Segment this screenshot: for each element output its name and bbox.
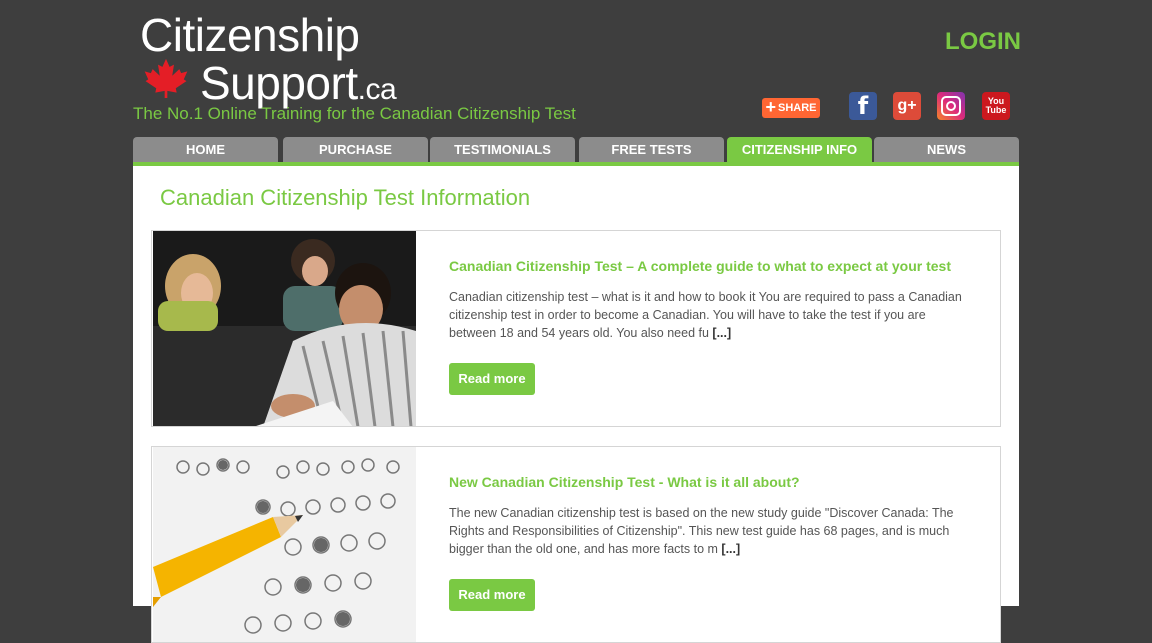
- google-plus-icon[interactable]: g+: [893, 92, 921, 120]
- page: Citizenship Support.ca The No.1 Online T…: [0, 0, 1152, 643]
- read-more-button[interactable]: Read more: [449, 363, 535, 395]
- site-tagline: The No.1 Online Training for the Canadia…: [133, 104, 576, 123]
- article-title[interactable]: Canadian Citizenship Test – A complete g…: [449, 258, 951, 274]
- article-image[interactable]: [153, 447, 416, 642]
- page-title: Canadian Citizenship Test Information: [160, 185, 531, 210]
- article-card: New Canadian Citizenship Test - What is …: [151, 446, 1001, 643]
- read-more-button[interactable]: Read more: [449, 579, 535, 611]
- maple-leaf-icon: [144, 58, 188, 98]
- main-nav: HOME PURCHASE TESTIMONIALS FREE TESTS CI…: [133, 137, 1019, 166]
- more-link[interactable]: [...]: [712, 326, 731, 340]
- more-link[interactable]: [...]: [721, 542, 740, 556]
- plus-icon: +: [765, 97, 776, 117]
- nav-purchase[interactable]: PURCHASE: [283, 137, 428, 162]
- login-link[interactable]: LOGIN: [945, 28, 1021, 56]
- youtube-icon[interactable]: You Tube: [982, 92, 1010, 120]
- article-card: Canadian Citizenship Test – A complete g…: [151, 230, 1001, 427]
- nav-news[interactable]: NEWS: [874, 137, 1019, 162]
- nav-home[interactable]: HOME: [133, 137, 278, 162]
- instagram-icon[interactable]: [937, 92, 965, 120]
- nav-testimonials[interactable]: TESTIMONIALS: [430, 137, 575, 162]
- article-title[interactable]: New Canadian Citizenship Test - What is …: [449, 474, 800, 490]
- article-excerpt: The new Canadian citizenship test is bas…: [449, 506, 954, 556]
- article-excerpt: Canadian citizenship test – what is it a…: [449, 290, 962, 340]
- article-image[interactable]: [153, 231, 416, 426]
- content-panel: Canadian Citizenship Test Information Ca…: [133, 166, 1019, 643]
- logo-text-line1: Citizenship: [140, 9, 360, 61]
- nav-citizenship-info[interactable]: CITIZENSHIP INFO: [727, 137, 872, 162]
- share-button[interactable]: + SHARE: [762, 98, 820, 118]
- facebook-icon[interactable]: f: [849, 92, 877, 120]
- share-label: SHARE: [778, 102, 817, 114]
- nav-free-tests[interactable]: FREE TESTS: [579, 137, 724, 162]
